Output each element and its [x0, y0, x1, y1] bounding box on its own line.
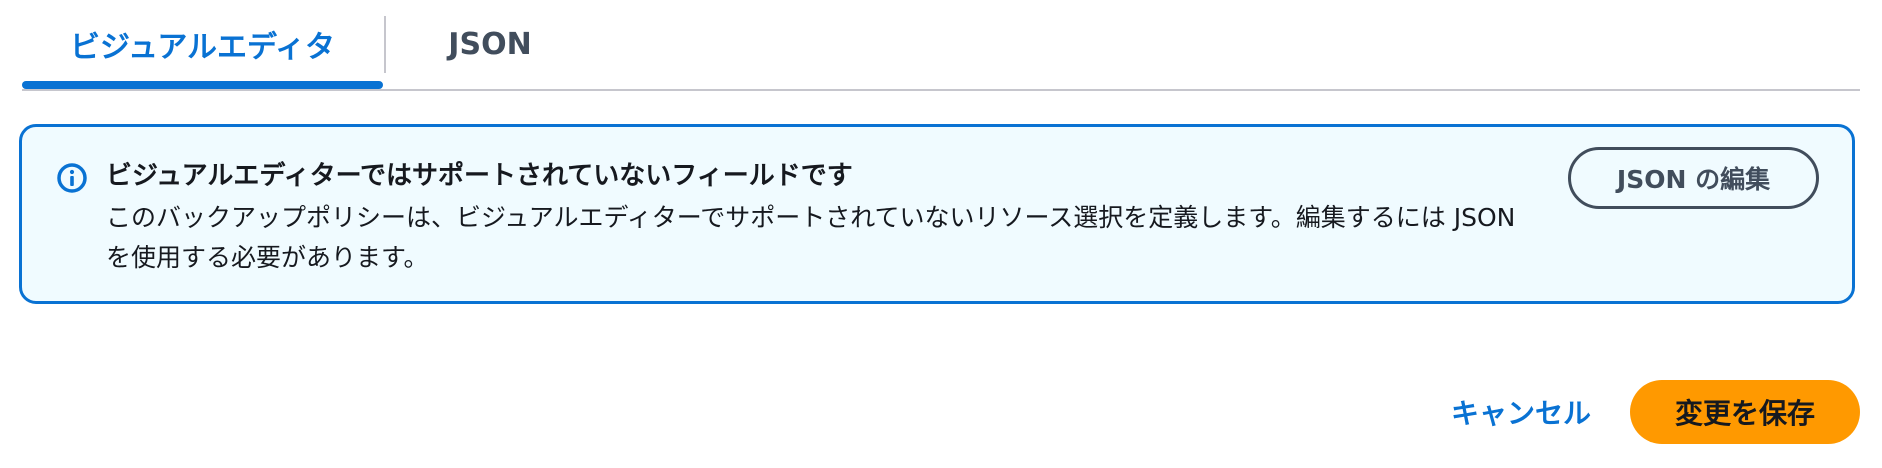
alert-title: ビジュアルエディターではサポートされていないフィールドです	[106, 161, 853, 191]
edit-json-button[interactable]: JSON の編集	[1568, 147, 1819, 209]
editor-tabs: ビジュアルエディタ JSON	[22, 0, 1860, 92]
active-tab-indicator	[22, 81, 383, 89]
info-icon	[57, 163, 87, 193]
tab-json-label: JSON	[448, 26, 532, 62]
tab-json[interactable]: JSON	[388, 0, 592, 90]
tab-separator	[384, 16, 386, 73]
tab-visual-editor-label: ビジュアルエディタ	[70, 30, 335, 65]
cancel-button[interactable]: キャンセル	[1438, 380, 1604, 444]
tabs-divider	[22, 89, 1860, 91]
save-changes-button[interactable]: 変更を保存	[1630, 380, 1860, 444]
tab-visual-editor[interactable]: ビジュアルエディタ	[22, 0, 383, 90]
alert-message: このバックアップポリシーは、ビジュアルエディターでサポートされていないリソース選…	[106, 203, 1516, 272]
info-alert: ビジュアルエディターではサポートされていないフィールドです このバックアップポリ…	[19, 124, 1855, 304]
